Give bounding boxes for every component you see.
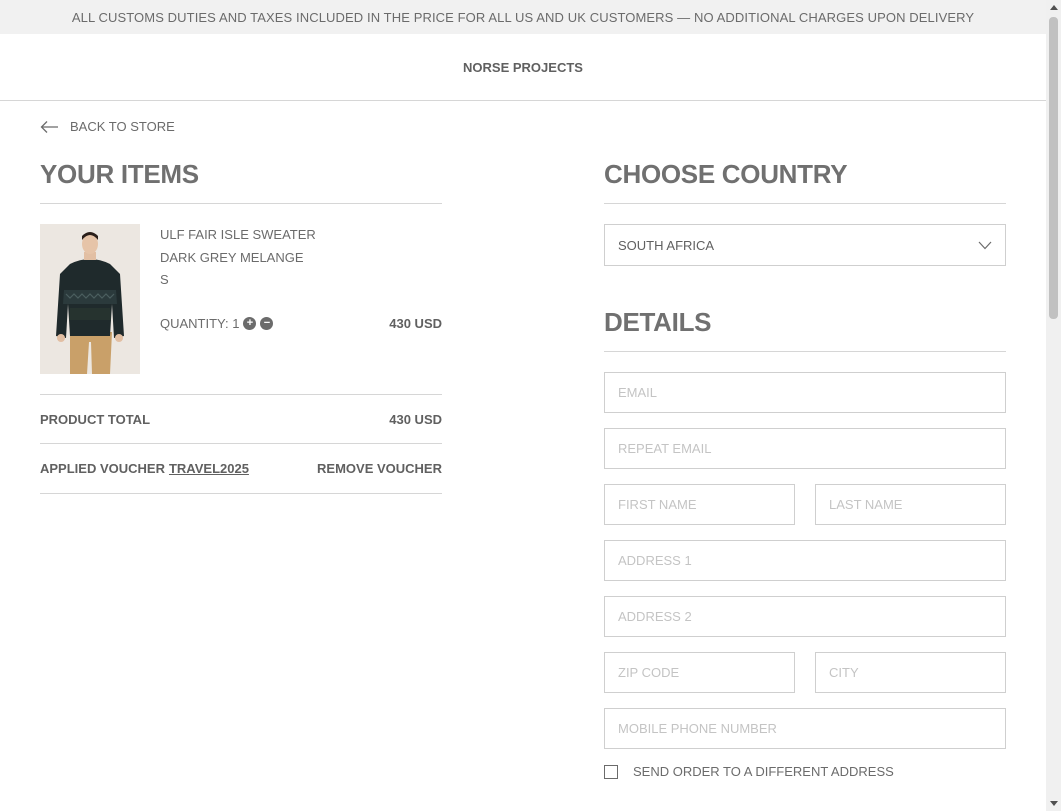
decrease-quantity-button[interactable]: − <box>260 317 274 330</box>
minus-icon: − <box>263 317 271 329</box>
phone-input[interactable] <box>618 721 992 736</box>
arrow-left-icon <box>40 120 58 133</box>
repeat-email-field[interactable] <box>604 428 1006 469</box>
details-title: DETAILS <box>604 304 1006 352</box>
email-field[interactable] <box>604 372 1006 413</box>
selected-country: SOUTH AFRICA <box>618 237 715 253</box>
quantity-label: QUANTITY: 1 <box>160 316 240 331</box>
sweater-model-illustration <box>40 224 140 374</box>
voucher-label: APPLIED VOUCHER <box>40 461 165 476</box>
city-field[interactable] <box>815 652 1006 693</box>
city-input[interactable] <box>829 665 992 680</box>
scroll-down-arrow-icon[interactable] <box>1046 796 1061 811</box>
zip-code-input[interactable] <box>618 665 781 680</box>
item-price: 430 USD <box>389 316 442 331</box>
brand-logo[interactable]: NORSE PROJECTS <box>463 60 583 75</box>
repeat-email-input[interactable] <box>618 441 992 456</box>
last-name-field[interactable] <box>815 484 1006 525</box>
address2-field[interactable] <box>604 596 1006 637</box>
first-name-input[interactable] <box>618 497 781 512</box>
cart-item: ULF FAIR ISLE SWEATER DARK GREY MELANGE … <box>40 224 442 374</box>
country-select[interactable]: SOUTH AFRICA <box>604 224 1006 266</box>
product-total-value: 430 USD <box>389 411 442 427</box>
back-to-store-label: BACK TO STORE <box>70 119 175 134</box>
different-address-option: SEND ORDER TO A DIFFERENT ADDRESS <box>604 764 1006 779</box>
duties-banner: ALL CUSTOMS DUTIES AND TAXES INCLUDED IN… <box>0 0 1046 34</box>
product-total-label: PRODUCT TOTAL <box>40 411 151 427</box>
plus-icon: + <box>246 317 254 329</box>
site-header: NORSE PROJECTS <box>0 34 1046 101</box>
increase-quantity-button[interactable]: + <box>243 317 257 330</box>
zip-city-row <box>604 652 1006 708</box>
address1-field[interactable] <box>604 540 1006 581</box>
your-items-panel: YOUR ITEMS ULF FAIR ISLE SWEATER DARK GR… <box>40 156 442 494</box>
your-items-title: YOUR ITEMS <box>40 156 442 204</box>
address1-input[interactable] <box>618 553 992 568</box>
choose-country-title: CHOOSE COUNTRY <box>604 156 1006 204</box>
scrollbar-thumb[interactable] <box>1049 17 1058 319</box>
item-name[interactable]: ULF FAIR ISLE SWEATER <box>160 224 442 247</box>
scroll-up-arrow-icon[interactable] <box>1046 0 1061 15</box>
item-color: DARK GREY MELANGE <box>160 249 304 265</box>
back-to-store-link[interactable]: BACK TO STORE <box>40 119 175 134</box>
item-size: S <box>160 272 169 287</box>
voucher-code-link[interactable]: TRAVEL2025 <box>169 461 249 476</box>
remove-voucher-button[interactable]: REMOVE VOUCHER <box>317 461 442 476</box>
last-name-input[interactable] <box>829 497 992 512</box>
voucher-row: APPLIED VOUCHER TRAVEL2025 REMOVE VOUCHE… <box>40 444 442 494</box>
zip-code-field[interactable] <box>604 652 795 693</box>
quantity-row: QUANTITY: 1 + − 430 USD <box>160 316 442 331</box>
name-row <box>604 484 1006 540</box>
cart-item-info: ULF FAIR ISLE SWEATER DARK GREY MELANGE … <box>160 224 442 331</box>
checkout-form-panel: CHOOSE COUNTRY SOUTH AFRICA DETAILS EMAI… <box>604 156 1006 779</box>
details-form: SEND ORDER TO A DIFFERENT ADDRESS <box>604 372 1006 779</box>
product-total-row: PRODUCT TOTAL 430 USD <box>40 394 442 444</box>
checkout-page: ALL CUSTOMS DUTIES AND TAXES INCLUDED IN… <box>0 0 1046 811</box>
address2-input[interactable] <box>618 609 992 624</box>
different-address-label[interactable]: SEND ORDER TO A DIFFERENT ADDRESS <box>633 764 894 779</box>
chevron-down-icon <box>978 241 992 249</box>
vertical-scrollbar[interactable] <box>1046 0 1061 811</box>
first-name-field[interactable] <box>604 484 795 525</box>
banner-text: ALL CUSTOMS DUTIES AND TAXES INCLUDED IN… <box>71 9 975 25</box>
email-input[interactable] <box>618 385 992 400</box>
different-address-checkbox[interactable] <box>604 764 618 779</box>
product-image[interactable] <box>40 224 140 374</box>
phone-field[interactable] <box>604 708 1006 749</box>
